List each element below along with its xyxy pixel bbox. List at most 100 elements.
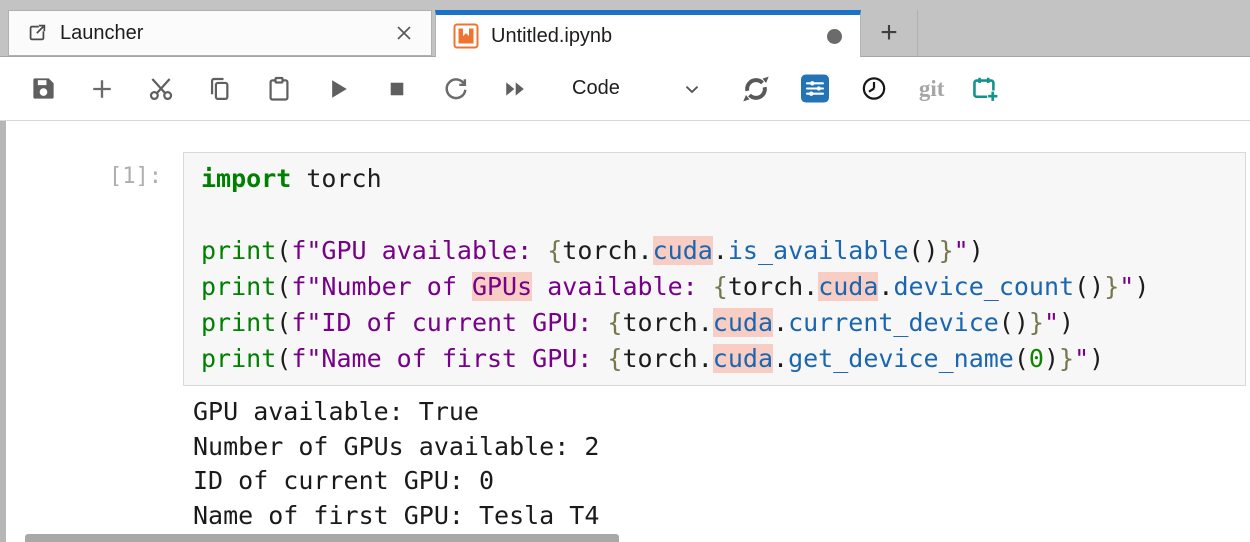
- cut-cells-icon[interactable]: [147, 75, 175, 103]
- code-token: ): [1059, 308, 1075, 337]
- code-token: print: [201, 272, 277, 301]
- left-edge-strip: [0, 121, 6, 542]
- code-token: cuda: [818, 272, 879, 301]
- code-token: current_device: [788, 308, 999, 337]
- code-line[interactable]: print(f"Number of GPUs available: {torch…: [201, 269, 1245, 305]
- code-token: .: [878, 272, 894, 301]
- code-token: f"Name of first GPU:: [291, 344, 608, 373]
- code-token: torch: [291, 164, 382, 193]
- code-token: .: [697, 308, 713, 337]
- code-token: torch: [622, 344, 698, 373]
- code-cell: [1]: import torch print(f"GPU available:…: [0, 152, 1250, 386]
- chevron-down-icon[interactable]: [678, 75, 706, 103]
- code-token: available:: [532, 272, 713, 301]
- insert-cell-icon[interactable]: [88, 75, 116, 103]
- code-token: print: [201, 236, 277, 265]
- code-token: torch: [622, 308, 698, 337]
- create-scheduled-job-icon[interactable]: [971, 75, 1000, 103]
- notebook-panel: [1]: import torch print(f"GPU available:…: [0, 121, 1250, 542]
- new-tab-button[interactable]: +: [861, 10, 918, 56]
- output-line: Number of GPUs available: 2: [193, 431, 600, 461]
- code-token: (: [276, 272, 292, 301]
- code-token: (): [1074, 272, 1105, 301]
- code-token: GPUs: [471, 272, 533, 301]
- code-token: print: [201, 308, 277, 337]
- code-editor[interactable]: import torch print(f"GPU available: {tor…: [183, 152, 1246, 386]
- notebook-icon: [453, 23, 479, 49]
- close-icon[interactable]: [393, 22, 415, 44]
- code-token: }: [1028, 308, 1044, 337]
- run-cell-icon[interactable]: [324, 75, 352, 103]
- code-token: {: [607, 344, 623, 373]
- unsaved-changes-dot[interactable]: [827, 28, 842, 44]
- tab-launcher[interactable]: Launcher: [8, 10, 432, 56]
- cell-tools-sliders-icon[interactable]: [800, 74, 829, 103]
- code-token: ": [1074, 344, 1090, 373]
- code-token: .: [773, 308, 789, 337]
- output-line: Name of first GPU: Tesla T4: [193, 500, 600, 530]
- tab-notebook-label: Untitled.ipynb: [491, 24, 613, 47]
- code-line[interactable]: print(f"Name of first GPU: {torch.cuda.g…: [201, 341, 1245, 377]
- code-token: ": [953, 236, 969, 265]
- code-token: get_device_name: [788, 344, 1014, 373]
- cell-output-area: GPU available: True Number of GPUs avail…: [183, 395, 1250, 533]
- execution-count: [1]:: [109, 164, 162, 189]
- horizontal-scrollbar[interactable]: [25, 534, 619, 542]
- code-token: device_count: [893, 272, 1075, 301]
- code-token: .: [803, 272, 819, 301]
- notebook-toolbar: Code git: [0, 57, 1250, 121]
- code-token: ): [968, 236, 984, 265]
- prompt-column: [1]:: [0, 152, 183, 386]
- tab-launcher-label: Launcher: [60, 21, 144, 44]
- code-token: .: [773, 344, 789, 373]
- code-line[interactable]: import torch: [201, 161, 1245, 197]
- code-line[interactable]: [201, 197, 1245, 233]
- paste-cells-icon[interactable]: [265, 75, 293, 103]
- kernel-swirl-icon[interactable]: [741, 75, 770, 103]
- code-token: ): [1089, 344, 1105, 373]
- code-token: .: [637, 236, 653, 265]
- output-line: ID of current GPU: 0: [193, 466, 495, 495]
- code-token: (): [908, 236, 939, 265]
- code-token: f"GPU available:: [291, 236, 548, 265]
- tab-bar: Launcher Untitled.ipynb +: [0, 0, 1250, 57]
- code-token: .: [697, 344, 713, 373]
- code-token: .: [712, 236, 728, 265]
- code-token: ): [1043, 344, 1060, 373]
- code-token: ): [1134, 272, 1150, 301]
- code-token: (): [998, 308, 1029, 337]
- code-token: }: [1059, 344, 1075, 373]
- code-token: import: [201, 164, 292, 193]
- save-button[interactable]: [29, 75, 57, 103]
- launcher-icon: [26, 22, 48, 44]
- code-token: torch: [562, 236, 638, 265]
- code-token: ": [1043, 308, 1060, 337]
- code-token: (: [276, 344, 292, 373]
- code-token: cuda: [712, 344, 774, 373]
- restart-run-all-icon[interactable]: [501, 75, 529, 103]
- code-token: f"ID of current GPU:: [291, 308, 608, 337]
- git-button[interactable]: git: [919, 77, 945, 100]
- code-token: (: [276, 236, 292, 265]
- code-token: cuda: [652, 236, 713, 265]
- code-token: }: [938, 236, 954, 265]
- code-token: is_available: [727, 236, 909, 265]
- code-token: ": [1119, 272, 1135, 301]
- code-token: {: [712, 272, 728, 301]
- interrupt-kernel-icon[interactable]: [383, 75, 411, 103]
- code-token: }: [1104, 272, 1120, 301]
- tab-untitled-ipynb[interactable]: Untitled.ipynb: [435, 10, 861, 57]
- copy-cells-icon[interactable]: [206, 75, 234, 103]
- code-token: {: [607, 308, 623, 337]
- code-token: print: [201, 344, 277, 373]
- code-token: f"Number of: [291, 272, 472, 301]
- code-token: (: [276, 308, 292, 337]
- code-token: torch: [727, 272, 804, 301]
- code-token: cuda: [712, 308, 774, 337]
- output-line: GPU available: True: [193, 397, 479, 426]
- restart-kernel-icon[interactable]: [442, 75, 470, 103]
- cell-type-dropdown[interactable]: Code: [572, 77, 620, 100]
- history-clock-icon[interactable]: [860, 75, 888, 103]
- code-line[interactable]: print(f"ID of current GPU: {torch.cuda.c…: [201, 305, 1245, 341]
- code-line[interactable]: print(f"GPU available: {torch.cuda.is_av…: [201, 233, 1245, 269]
